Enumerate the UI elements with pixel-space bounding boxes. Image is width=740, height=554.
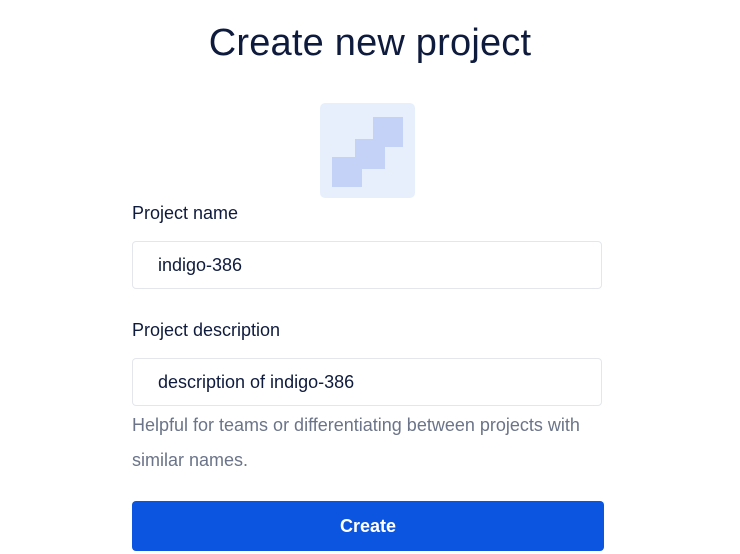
page-title: Create new project xyxy=(208,22,532,64)
project-name-label: Project name xyxy=(132,203,239,223)
project-description-label: Project description xyxy=(132,320,281,340)
project-name-input[interactable] xyxy=(132,241,602,289)
project-placeholder-icon xyxy=(320,103,415,198)
create-button[interactable]: Create xyxy=(132,501,604,551)
description-helper-text: Helpful for teams or differentiating bet… xyxy=(132,415,580,470)
icon-block-top xyxy=(373,117,403,147)
project-description-input[interactable] xyxy=(132,358,602,406)
